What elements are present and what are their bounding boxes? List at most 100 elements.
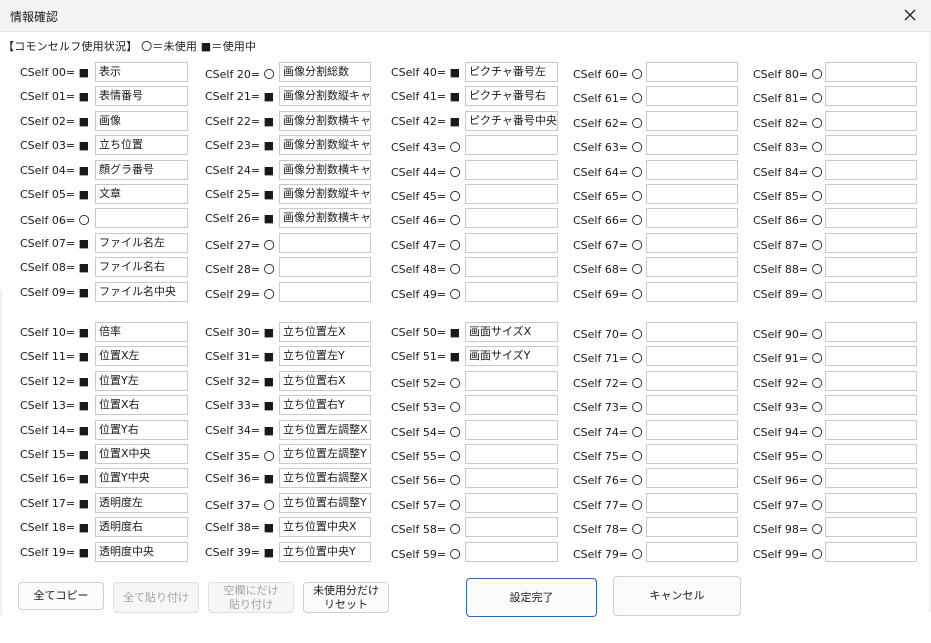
cself-name-field[interactable]: 表情番号 xyxy=(95,86,188,107)
cself-name-field[interactable]: 立ち位置中央Y xyxy=(279,541,371,562)
cself-name-field[interactable]: 画像分割数横キャラ xyxy=(279,208,371,229)
cself-name-field[interactable] xyxy=(825,62,917,82)
cself-name-field[interactable] xyxy=(646,492,738,513)
cself-name-field[interactable] xyxy=(646,541,738,562)
cself-name-field[interactable] xyxy=(646,110,738,131)
cself-name-field[interactable] xyxy=(646,159,738,180)
cself-name-field[interactable] xyxy=(825,468,917,489)
cself-name-field[interactable]: 立ち位置中央X xyxy=(279,517,371,538)
cself-name-field[interactable]: 画面サイズX xyxy=(465,322,558,342)
cself-name-field[interactable]: 画像分割数縦キャラ xyxy=(279,135,371,156)
cself-name-field[interactable] xyxy=(646,232,738,253)
cself-name-field[interactable]: 透明度左 xyxy=(95,492,188,513)
paste-blank-only-button[interactable]: 空欄にだけ 貼り付け xyxy=(208,582,294,613)
cself-name-field[interactable] xyxy=(465,395,558,416)
cself-name-field[interactable] xyxy=(825,159,917,180)
cself-name-field[interactable] xyxy=(646,322,738,342)
cself-name-field[interactable]: ピクチャ番号左 xyxy=(465,62,558,82)
cself-name-field[interactable] xyxy=(646,395,738,416)
cself-name-field[interactable] xyxy=(465,541,558,562)
cself-name-field[interactable]: 立ち位置右調整Y xyxy=(279,492,371,513)
paste-all-button[interactable]: 全て貼り付け xyxy=(113,582,199,613)
cself-name-field[interactable]: 位置X中央 xyxy=(95,444,188,464)
cself-name-field[interactable]: 位置X右 xyxy=(95,395,188,416)
cself-name-field[interactable]: 立ち位置左Y xyxy=(279,346,371,367)
cself-name-field[interactable] xyxy=(646,184,738,204)
cself-name-field[interactable] xyxy=(465,257,558,278)
cself-name-field[interactable] xyxy=(646,257,738,278)
cself-name-field[interactable] xyxy=(646,208,738,229)
cself-name-field[interactable]: 画像 xyxy=(95,110,188,131)
cself-name-field[interactable]: ピクチャ番号右 xyxy=(465,86,558,107)
cself-name-field[interactable] xyxy=(465,184,558,204)
cself-name-field[interactable] xyxy=(825,517,917,538)
cself-name-field[interactable] xyxy=(465,492,558,513)
cself-name-field[interactable] xyxy=(279,232,371,253)
cself-name-field[interactable]: 透明度右 xyxy=(95,517,188,538)
cself-name-field[interactable] xyxy=(825,370,917,391)
cself-name-field[interactable]: ピクチャ番号中央 xyxy=(465,110,558,131)
cself-name-field[interactable]: 画像分割数横キャラ xyxy=(279,159,371,180)
close-icon[interactable] xyxy=(899,4,921,26)
cself-name-field[interactable] xyxy=(825,281,917,302)
cself-name-field[interactable]: 位置Y中央 xyxy=(95,468,188,489)
cself-name-field[interactable] xyxy=(825,346,917,367)
cself-name-field[interactable] xyxy=(825,541,917,562)
cself-name-field[interactable] xyxy=(465,208,558,229)
cself-name-field[interactable]: 文章 xyxy=(95,184,188,204)
cself-name-field[interactable] xyxy=(646,517,738,538)
cself-name-field[interactable] xyxy=(825,232,917,253)
cself-name-field[interactable]: 画像分割数横キャラ xyxy=(279,110,371,131)
cself-name-field[interactable]: 立ち位置 xyxy=(95,135,188,156)
cself-name-field[interactable]: 立ち位置左調整Y xyxy=(279,444,371,464)
cself-name-field[interactable]: 立ち位置左X xyxy=(279,322,371,342)
cself-name-field[interactable] xyxy=(95,208,188,229)
cself-name-field[interactable]: 画像分割数縦キャラ xyxy=(279,86,371,107)
cself-name-field[interactable]: 立ち位置右X xyxy=(279,370,371,391)
cself-name-field[interactable]: 位置Y右 xyxy=(95,419,188,440)
cself-name-field[interactable] xyxy=(825,257,917,278)
confirm-button[interactable]: 設定完了 xyxy=(466,578,597,617)
copy-all-button[interactable]: 全てコピー xyxy=(18,582,104,610)
cself-name-field[interactable] xyxy=(825,135,917,156)
cself-name-field[interactable] xyxy=(825,322,917,342)
cself-name-field[interactable]: 立ち位置右調整X xyxy=(279,468,371,489)
cself-name-field[interactable]: 顔グラ番号 xyxy=(95,159,188,180)
cself-name-field[interactable] xyxy=(646,370,738,391)
cself-name-field[interactable] xyxy=(465,468,558,489)
cself-name-field[interactable] xyxy=(646,86,738,107)
cself-name-field[interactable] xyxy=(825,86,917,107)
cself-name-field[interactable] xyxy=(465,370,558,391)
cself-name-field[interactable]: 立ち位置右Y xyxy=(279,395,371,416)
cself-name-field[interactable]: 位置X左 xyxy=(95,346,188,367)
cself-name-field[interactable] xyxy=(646,62,738,82)
cself-name-field[interactable] xyxy=(825,208,917,229)
cself-name-field[interactable]: ファイル名中央 xyxy=(95,281,188,302)
cself-name-field[interactable] xyxy=(825,110,917,131)
cself-name-field[interactable] xyxy=(465,232,558,253)
cself-name-field[interactable]: 倍率 xyxy=(95,322,188,342)
cself-name-field[interactable]: 立ち位置左調整X xyxy=(279,419,371,440)
cself-name-field[interactable] xyxy=(825,395,917,416)
cself-name-field[interactable] xyxy=(465,444,558,464)
cancel-button[interactable]: キャンセル xyxy=(613,576,741,616)
cself-name-field[interactable] xyxy=(279,257,371,278)
cself-name-field[interactable]: 画像分割数縦キャラ xyxy=(279,184,371,204)
cself-name-field[interactable] xyxy=(279,281,371,302)
cself-name-field[interactable] xyxy=(465,159,558,180)
cself-name-field[interactable]: ファイル名右 xyxy=(95,257,188,278)
cself-name-field[interactable] xyxy=(825,492,917,513)
cself-name-field[interactable] xyxy=(646,444,738,464)
cself-name-field[interactable] xyxy=(465,281,558,302)
cself-name-field[interactable] xyxy=(646,468,738,489)
cself-name-field[interactable] xyxy=(646,281,738,302)
cself-name-field[interactable] xyxy=(825,419,917,440)
cself-name-field[interactable] xyxy=(646,419,738,440)
cself-name-field[interactable]: 画面サイズY xyxy=(465,346,558,367)
cself-name-field[interactable]: 位置Y左 xyxy=(95,370,188,391)
cself-name-field[interactable] xyxy=(465,135,558,156)
cself-name-field[interactable] xyxy=(646,135,738,156)
cself-name-field[interactable]: 表示 xyxy=(95,62,188,82)
cself-name-field[interactable]: ファイル名左 xyxy=(95,232,188,253)
reset-unused-button[interactable]: 未使用分だけ リセット xyxy=(303,582,389,613)
